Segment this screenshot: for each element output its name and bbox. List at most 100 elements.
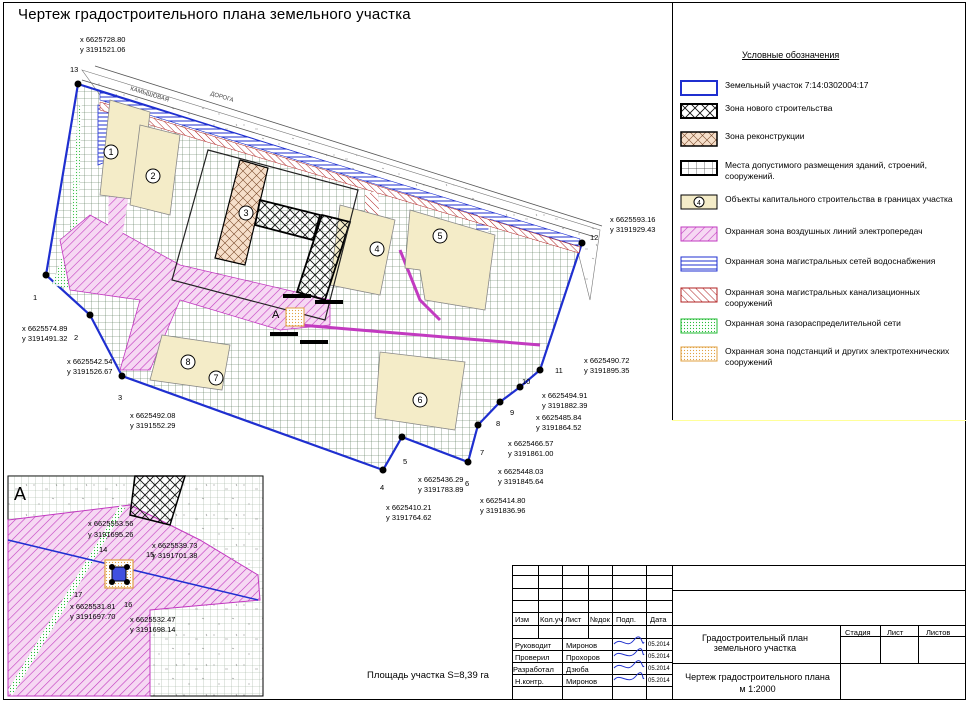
svg-text:x 6625542.54: x 6625542.54 — [67, 357, 112, 366]
svg-text:x 6625466.57: x 6625466.57 — [508, 439, 553, 448]
svg-text:y 3191929.43: y 3191929.43 — [610, 225, 655, 234]
new-construction-swatch — [680, 103, 718, 119]
svg-text:x 6625448.03: x 6625448.03 — [498, 467, 543, 476]
svg-text:3: 3 — [243, 208, 248, 218]
legend-label: Объекты капитального строительства в гра… — [725, 194, 953, 204]
legend-item-sewer: Охранная зона магистральных канализацион… — [680, 287, 960, 315]
transformer-4 — [300, 340, 328, 344]
legend-label: Охранная зона магистральных канализацион… — [725, 287, 920, 308]
svg-text:А: А — [14, 484, 26, 504]
svg-text:12: 12 — [590, 233, 598, 242]
svg-text:y 3191836.96: y 3191836.96 — [480, 506, 525, 515]
svg-text:y 3191861.00: y 3191861.00 — [508, 449, 553, 458]
gas-zone-swatch — [680, 318, 718, 334]
svg-text:10: 10 — [522, 377, 530, 386]
svg-text:2: 2 — [150, 171, 155, 181]
svg-text:4: 4 — [374, 244, 379, 254]
svg-text:x 6625410.21: x 6625410.21 — [386, 503, 431, 512]
reconstruction-swatch — [680, 131, 718, 147]
water-zone-swatch — [680, 256, 718, 272]
svg-text:x 6625553.56: x 6625553.56 — [88, 519, 133, 528]
objects-swatch: 4 — [680, 194, 718, 210]
substation-zone-swatch — [680, 346, 718, 362]
svg-text:x 6625494.91: x 6625494.91 — [542, 391, 587, 400]
substation-a — [285, 307, 305, 327]
svg-text:5: 5 — [403, 457, 407, 466]
parcel-area: Площадь участка S=8,39 га — [367, 670, 489, 681]
legend-label: Охранная зона магистральных сетей водосн… — [725, 256, 936, 266]
svg-text:x 6625414.80: x 6625414.80 — [480, 496, 525, 505]
svg-text:7: 7 — [213, 373, 218, 383]
legend-label: Охранная зона воздушных линий электропер… — [725, 226, 923, 236]
svg-text:5: 5 — [437, 231, 442, 241]
sewer-zone-swatch — [680, 287, 718, 303]
svg-text:y 3191521.06: y 3191521.06 — [80, 45, 125, 54]
svg-text:14: 14 — [99, 545, 107, 554]
svg-text:6: 6 — [417, 395, 422, 405]
legend-label: Земельный участок 7:14:0302004:17 — [725, 80, 869, 90]
transformer-1 — [283, 294, 311, 298]
svg-text:y 3191783.89: y 3191783.89 — [418, 485, 463, 494]
legend-item-substation: Охранная зона подстанций и других электр… — [680, 346, 960, 374]
legend-label: Охранная зона газораспределительной сети — [725, 318, 901, 328]
svg-text:4: 4 — [380, 483, 384, 492]
svg-text:6: 6 — [465, 479, 469, 488]
legend-item-recon: Зона реконструкции — [680, 131, 960, 159]
svg-text:2: 2 — [74, 333, 78, 342]
svg-text:y 3191552.29: y 3191552.29 — [130, 421, 175, 430]
svg-text:x 6625485.84: x 6625485.84 — [536, 413, 581, 422]
svg-text:7: 7 — [480, 448, 484, 457]
power-zone-swatch — [680, 226, 718, 242]
svg-text:4: 4 — [697, 200, 701, 207]
transformer-3 — [270, 332, 298, 336]
legend-item-objects: 4 Объекты капитального строительства в г… — [680, 194, 960, 222]
svg-text:17: 17 — [74, 590, 82, 599]
svg-text:x 6625728.80: x 6625728.80 — [80, 35, 125, 44]
legend-divider — [672, 420, 966, 421]
svg-text:16: 16 — [124, 600, 132, 609]
svg-text:y 3191845.64: y 3191845.64 — [498, 477, 543, 486]
svg-text:y 3191701.38: y 3191701.38 — [152, 551, 197, 560]
svg-text:y 3191491.32: y 3191491.32 — [22, 334, 67, 343]
allowed-placement-swatch — [680, 160, 718, 176]
svg-text:x 6625436.29: x 6625436.29 — [418, 475, 463, 484]
svg-text:y 3191764.62: y 3191764.62 — [386, 513, 431, 522]
road-label-2: ДОРОГА — [209, 91, 234, 104]
svg-text:y 3191698.14: y 3191698.14 — [130, 625, 175, 634]
signatures — [613, 636, 645, 681]
svg-text:y 3191895.35: y 3191895.35 — [584, 366, 629, 375]
svg-text:11: 11 — [555, 366, 563, 375]
svg-text:13: 13 — [70, 65, 78, 74]
svg-text:y 3191695.26: y 3191695.26 — [88, 530, 133, 539]
legend-label: Охранная зона подстанций и других электр… — [725, 346, 950, 367]
svg-text:x 6625532.47: x 6625532.47 — [130, 615, 175, 624]
svg-text:8: 8 — [185, 357, 190, 367]
svg-text:x 6625593.16: x 6625593.16 — [610, 215, 655, 224]
legend-item-allowed: Места допустимого размещения зданий, стр… — [680, 160, 960, 188]
legend-item-power: Охранная зона воздушных линий электропер… — [680, 226, 960, 254]
svg-text:x 6625574.89: x 6625574.89 — [22, 324, 67, 333]
legend-item-gas: Охранная зона газораспределительной сети — [680, 318, 960, 346]
svg-text:x 6625539.73: x 6625539.73 — [152, 541, 197, 550]
svg-text:y 3191526.67: y 3191526.67 — [67, 367, 112, 376]
building-9 — [374, 351, 466, 431]
svg-text:y 3191882.39: y 3191882.39 — [542, 401, 587, 410]
svg-text:1: 1 — [33, 293, 37, 302]
parcel-swatch — [680, 80, 718, 96]
legend-label: Зона нового строительства — [725, 103, 833, 113]
legend-item-water: Охранная зона магистральных сетей водосн… — [680, 256, 960, 284]
svg-text:x 6625531.81: x 6625531.81 — [70, 602, 115, 611]
svg-text:y 3191697.70: y 3191697.70 — [70, 612, 115, 621]
transformer-2 — [315, 300, 343, 304]
svg-text:y 3191864.52: y 3191864.52 — [536, 423, 581, 432]
svg-text:9: 9 — [510, 408, 514, 417]
inset-a: А 14 15 16 17 x 6625553.56 y 3191695.26 … — [7, 475, 264, 697]
svg-text:x 6625492.08: x 6625492.08 — [130, 411, 175, 420]
svg-text:8: 8 — [496, 419, 500, 428]
legend-heading: Условные обозначения — [742, 50, 840, 60]
legend-label: Зона реконструкции — [725, 131, 805, 141]
svg-text:1: 1 — [108, 147, 113, 157]
svg-text:x 6625490.72: x 6625490.72 — [584, 356, 629, 365]
map-marker-a: A — [272, 309, 280, 321]
svg-text:3: 3 — [118, 393, 122, 402]
